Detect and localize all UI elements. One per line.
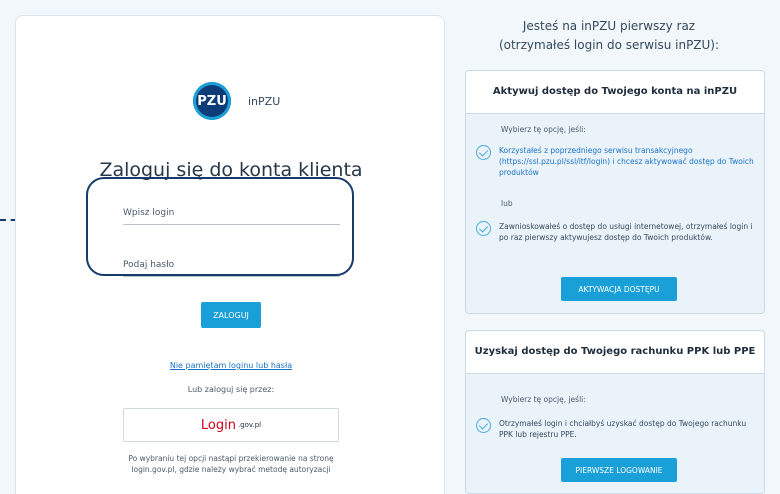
pzu-logo-text: PZU: [197, 93, 227, 109]
login-button[interactable]: ZALOGUJ: [201, 302, 261, 328]
or-label: lub: [501, 199, 513, 208]
login-gov-domain: .gov.pl: [237, 421, 262, 429]
option-text: Zawnioskowałeś o dostęp do usługi intern…: [499, 222, 753, 242]
check-circle-icon: [476, 145, 491, 160]
option-text: Otrzymałeś login i chciałbyś uzyskać dos…: [499, 419, 747, 439]
option-new-access: Zawnioskowałeś o dostęp do usługi intern…: [476, 221, 756, 243]
credentials-highlight: [86, 177, 354, 276]
option-ppk: Otrzymałeś login i chciałbyś uzyskać dos…: [476, 418, 756, 440]
first-login-button[interactable]: PIERWSZE LOGOWANIE: [561, 458, 677, 482]
login-gov-note: Po wybraniu tej opcji nastąpi przekierow…: [128, 454, 334, 474]
activate-access-card: Aktywuj dostęp do Twojego konta na inPZU…: [465, 70, 765, 314]
card-subtitle: Wybierz tę opcję, jeśli:: [501, 125, 586, 134]
option-text: Korzystałeś z poprzedniego serwisu trans…: [499, 146, 754, 177]
card-title: Uzyskaj dostęp do Twojego rachunku PPK l…: [466, 331, 764, 374]
card-subtitle: Wybierz tę opcję, jeśli:: [501, 395, 586, 404]
page-background: PZU inPZU Zaloguj się do konta klienta W…: [0, 0, 780, 494]
pzu-logo: PZU: [193, 82, 231, 120]
card-title: Aktywuj dostęp do Twojego konta na inPZU: [466, 71, 764, 114]
right-heading-line2: (otrzymałeś login do serwisu inPZU):: [498, 38, 720, 52]
login-gov-button[interactable]: Login .gov.pl: [123, 408, 339, 442]
check-circle-icon: [476, 221, 491, 236]
check-circle-icon: [476, 418, 491, 433]
forgot-password-link[interactable]: Nie pamiętam loginu lub hasła: [16, 361, 446, 370]
ppk-access-card: Uzyskaj dostęp do Twojego rachunku PPK l…: [465, 330, 765, 494]
login-gov-logo: Login: [200, 417, 236, 433]
option-previous-service: Korzystałeś z poprzedniego serwisu trans…: [476, 145, 756, 178]
right-heading: Jesteś na inPZU pierwszy raz (otrzymałeś…: [456, 17, 762, 55]
brand-name: inPZU: [248, 95, 281, 108]
right-heading-line1: Jesteś na inPZU pierwszy raz: [522, 19, 696, 33]
activate-access-button[interactable]: AKTYWACJA DOSTĘPU: [561, 277, 677, 301]
alt-login-label: Lub zaloguj się przez:: [187, 385, 275, 394]
